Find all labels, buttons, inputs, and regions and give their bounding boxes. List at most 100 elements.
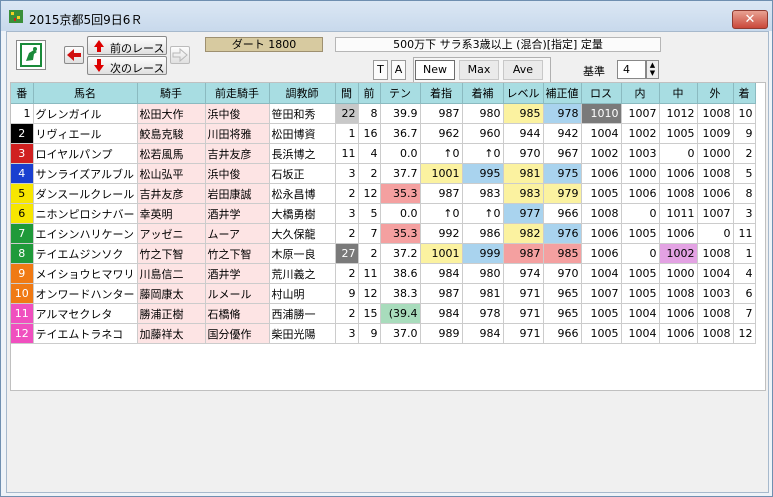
horse-number-cell: 3 xyxy=(11,143,34,164)
table-row[interactable]: 3 ロイヤルパンプ 松若風馬 吉井友彦 長浜博之 11 4 0.0 ↑0 ↑0 970 967 1002… xyxy=(11,143,756,164)
table-cell: 12 xyxy=(733,323,756,344)
column-header[interactable]: 騎手 xyxy=(137,83,206,104)
tab-t[interactable]: T xyxy=(373,60,388,80)
table-cell: 1007 xyxy=(621,103,660,124)
table-cell: グレンガイル xyxy=(33,103,138,124)
table-cell: ダンスールクレール xyxy=(33,183,138,204)
column-header[interactable]: 前走騎手 xyxy=(205,83,270,104)
table-cell: 酒井学 xyxy=(205,263,270,284)
table-cell: 12 xyxy=(358,283,381,304)
table-cell: 974 xyxy=(503,263,544,284)
column-header[interactable]: ロス xyxy=(581,83,622,104)
table-cell: 966 xyxy=(543,323,582,344)
horse-exit-icon[interactable] xyxy=(16,40,46,70)
table-row[interactable]: 5 ダンスールクレール 吉井友彦 岩田康誠 松永昌博 2 12 35.3 987 983 983 97… xyxy=(11,183,756,204)
table-cell: 1000 xyxy=(659,263,698,284)
mode-new-button[interactable]: New xyxy=(415,60,455,80)
column-header[interactable]: レベル xyxy=(503,83,544,104)
column-header[interactable]: 前 xyxy=(358,83,381,104)
table-cell: 981 xyxy=(503,163,544,184)
close-button[interactable]: ✕ xyxy=(732,10,768,29)
back-arrow-button[interactable] xyxy=(64,46,84,64)
table-cell: 2 xyxy=(335,303,359,324)
table-row[interactable]: 4 サンライズアルブル 松山弘平 浜中俊 石坂正 3 2 37.7 1001 995 981 975 1… xyxy=(11,163,756,184)
table-cell: 982 xyxy=(503,223,544,244)
table-cell: 6 xyxy=(733,283,756,304)
table-cell: 977 xyxy=(503,203,544,224)
table-cell: 38.3 xyxy=(380,283,421,304)
table-row[interactable]: 6 ニホンピロシナバー 幸英明 酒井学 大橋勇樹 3 5 0.0 ↑0 ↑0 977 966 1008 0… xyxy=(11,203,756,224)
table-row[interactable]: 9 メイショウヒマワリ 川島信二 酒井学 荒川義之 2 11 38.6 984 980 974 970… xyxy=(11,263,756,284)
column-header[interactable]: 着 xyxy=(733,83,756,104)
table-cell: 1008 xyxy=(697,243,734,264)
table-row[interactable]: 8 テイエムジンソク 竹之下智 竹之下智 木原一良 27 2 37.2 1001 999 987 98… xyxy=(11,243,756,264)
table-cell: 鮫島克駿 xyxy=(137,123,206,144)
table-row[interactable]: 12 テイエムトラネコ 加藤祥太 国分優作 柴田光陽 3 9 37.0 989 984 971 966… xyxy=(11,323,756,344)
horse-number-cell: 12 xyxy=(11,323,34,344)
table-cell: 987 xyxy=(420,183,463,204)
table-cell: 960 xyxy=(462,123,504,144)
column-header[interactable]: 補正値 xyxy=(543,83,582,104)
column-header[interactable]: 間 xyxy=(335,83,359,104)
table-cell: 16 xyxy=(358,123,381,144)
horse-number-cell: 6 xyxy=(11,203,34,224)
window-title: 2015京都5回9日6Ｒ xyxy=(29,13,143,27)
horse-number-cell: 7 xyxy=(11,223,34,244)
table-cell: 1009 xyxy=(697,123,734,144)
column-header[interactable]: 着補 xyxy=(462,83,504,104)
race-grid[interactable]: 番馬名 騎手 前走騎手 調教師間前テン 着指 着補 レベル 補正値 ロス内中外着 1 グレンガイル… xyxy=(10,82,766,391)
table-cell: 1006 xyxy=(659,223,698,244)
table-row[interactable]: 2 リヴィエール 鮫島克駿 川田将雅 松田博資 1 16 36.7 962 960 944 942 10… xyxy=(11,123,756,144)
mode-max-button[interactable]: Max xyxy=(459,60,499,80)
table-row[interactable]: 1 グレンガイル 松田大作 浜中俊 笹田和秀 22 8 39.9 987 980 985 978 101… xyxy=(11,103,756,124)
column-header[interactable]: 内 xyxy=(621,83,660,104)
table-cell: 0.0 xyxy=(380,143,421,164)
table-cell: 981 xyxy=(462,283,504,304)
tab-a[interactable]: A xyxy=(391,60,406,80)
table-cell: 0 xyxy=(621,243,660,264)
table-cell: 3 xyxy=(335,323,359,344)
table-cell: 967 xyxy=(543,143,582,164)
kijun-spinner[interactable]: ▲ ▼ xyxy=(646,60,659,79)
table-cell: 965 xyxy=(543,303,582,324)
column-header[interactable]: テン xyxy=(380,83,421,104)
table-cell: 978 xyxy=(543,103,582,124)
table-cell: 長浜博之 xyxy=(269,143,336,164)
table-cell: 9 xyxy=(335,283,359,304)
table-cell: 0 xyxy=(621,203,660,224)
table-cell: 1007 xyxy=(697,203,734,224)
spin-up-icon[interactable]: ▲ xyxy=(647,61,658,69)
column-header[interactable]: 番 xyxy=(11,83,34,104)
table-cell: 3 xyxy=(335,163,359,184)
column-header[interactable]: 着指 xyxy=(420,83,463,104)
mode-ave-button[interactable]: Ave xyxy=(503,60,543,80)
table-row[interactable]: 7 エイシンハリケーン アッゼニ ムーア 大久保龍 2 7 35.3 992 986 982 976 1… xyxy=(11,223,756,244)
column-header[interactable]: 調教師 xyxy=(269,83,336,104)
column-header[interactable]: 中 xyxy=(659,83,698,104)
table-cell: (39.4 xyxy=(380,303,421,324)
down-arrow-icon xyxy=(94,65,104,72)
table-cell: 村山明 xyxy=(269,283,336,304)
prev-race-button[interactable]: 前のレース xyxy=(87,36,167,55)
spin-down-icon[interactable]: ▼ xyxy=(647,69,658,77)
table-cell: 1008 xyxy=(659,283,698,304)
table-row[interactable]: 10 オンワードハンター 藤岡康太 ルメール 村山明 9 12 38.3 987 981 971 96… xyxy=(11,283,756,304)
column-header[interactable]: 馬名 xyxy=(33,83,138,104)
kijun-input[interactable]: 4 xyxy=(617,60,646,79)
table-cell: 1004 xyxy=(621,323,660,344)
table-row[interactable]: 11 アルマセクレタ 勝浦正樹 石橋脩 西浦勝一 2 15 (39.4 984 978 971 965… xyxy=(11,303,756,324)
table-cell: 1008 xyxy=(697,323,734,344)
table-cell: ↑0 xyxy=(420,143,463,164)
table-cell: 松田大作 xyxy=(137,103,206,124)
table-cell: 987 xyxy=(420,103,463,124)
next-race-button[interactable]: 次のレース xyxy=(87,56,167,75)
table-cell: 勝浦正樹 xyxy=(137,303,206,324)
table-cell: 西浦勝一 xyxy=(269,303,336,324)
table-cell: 37.0 xyxy=(380,323,421,344)
table-cell: 浜中俊 xyxy=(205,103,270,124)
table-cell: オンワードハンター xyxy=(33,283,138,304)
table-cell: 木原一良 xyxy=(269,243,336,264)
forward-arrow-button[interactable] xyxy=(170,46,190,64)
column-header[interactable]: 外 xyxy=(697,83,734,104)
table-cell: 藤岡康太 xyxy=(137,283,206,304)
